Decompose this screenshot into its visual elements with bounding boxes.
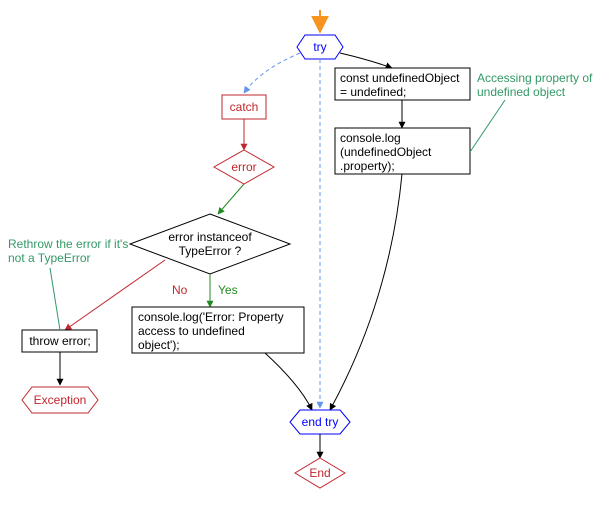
annotation-rethrow: Rethrow the error if it's not a TypeErro… (8, 237, 128, 330)
edge-logprop-endtry (330, 174, 402, 410)
log-prop-node: console.log (undefinedObject .property); (335, 128, 470, 174)
instanceof-label-1: error instanceof (168, 230, 252, 244)
error-label: error (231, 160, 256, 174)
exception-node: Exception (22, 387, 98, 413)
end-try-node: end try (290, 410, 350, 434)
annotation-rethrow-line (50, 268, 60, 330)
flowchart-canvas: try catch error error instanceof TypeErr… (0, 0, 597, 510)
annotation-access-l1: Accessing property of (477, 71, 593, 85)
log-access-node: console.log('Error: Property access to u… (132, 307, 304, 353)
catch-label: catch (230, 100, 259, 114)
const-undef-node: const undefinedObject = undefined; (335, 68, 470, 100)
const-undef-l2: = undefined; (340, 85, 406, 99)
instanceof-node: error instanceof TypeError ? (130, 214, 290, 274)
error-node: error (214, 150, 274, 184)
log-access-l1: console.log('Error: Property (138, 310, 284, 324)
catch-node: catch (222, 95, 266, 119)
annotation-rethrow-l1: Rethrow the error if it's (8, 237, 128, 251)
end-label: End (309, 466, 330, 480)
edge-try-const (340, 53, 392, 68)
annotation-access: Accessing property of undefined object (470, 71, 593, 152)
edge-error-instanceof (218, 184, 244, 214)
exception-label: Exception (34, 393, 87, 407)
annotation-rethrow-l2: not a TypeError (8, 251, 91, 265)
end-node: End (295, 458, 345, 488)
log-prop-l1: console.log (340, 131, 401, 145)
throw-label: throw error; (29, 334, 90, 348)
log-access-l2: access to undefined (138, 324, 245, 338)
try-label: try (313, 40, 326, 54)
end-try-label: end try (302, 415, 339, 429)
annotation-access-l2: undefined object (477, 85, 566, 99)
log-prop-l2: (undefinedObject (340, 145, 432, 159)
edge-log-endtry (265, 353, 312, 410)
log-access-l3: object'); (138, 338, 180, 352)
const-undef-l1: const undefinedObject (340, 71, 460, 85)
annotation-access-line (470, 100, 505, 152)
edge-yes-label: Yes (218, 283, 238, 297)
edge-no-label: No (172, 283, 188, 297)
log-prop-l3: .property); (340, 159, 395, 173)
try-node: try (297, 35, 343, 59)
instanceof-label-2: TypeError ? (179, 244, 242, 258)
edge-try-catch (244, 53, 300, 93)
throw-node: throw error; (22, 330, 97, 352)
